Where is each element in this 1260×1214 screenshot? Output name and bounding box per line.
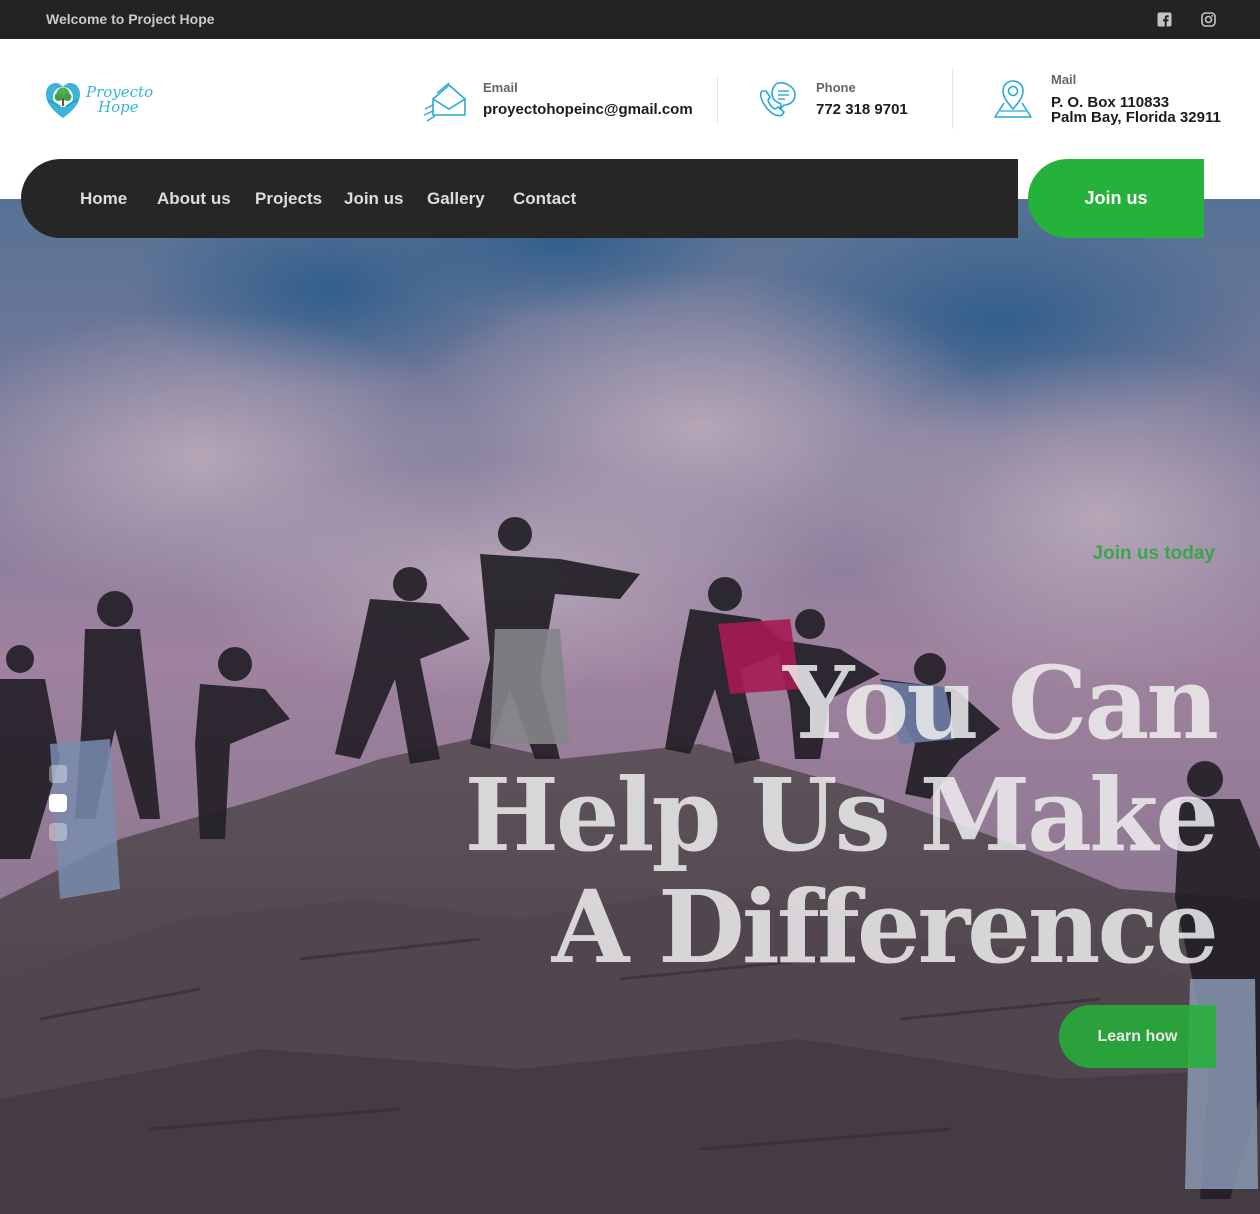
- slider-dot-active[interactable]: [49, 794, 67, 812]
- nav-item-contact[interactable]: Contact: [513, 189, 576, 209]
- phone-label: Phone: [816, 80, 856, 95]
- welcome-text: Welcome to Project Hope: [46, 11, 215, 27]
- mail-contact: Mail P. O. Box 110833 Palm Bay, Florida …: [991, 69, 1231, 131]
- phone-value[interactable]: 772 318 9701: [816, 102, 908, 118]
- hero-title-line2: Help Us Make: [464, 756, 1219, 874]
- hero-slider: Join us today You Can Help Us Make A Dif…: [0, 199, 1260, 1214]
- nav-item-gallery[interactable]: Gallery: [427, 189, 485, 209]
- hero-title-line1: You Can: [782, 644, 1219, 762]
- learn-how-button[interactable]: Learn how: [1059, 1005, 1216, 1068]
- nav-item-home[interactable]: Home: [80, 189, 127, 209]
- facebook-icon[interactable]: [1154, 9, 1174, 29]
- slider-dot[interactable]: [49, 823, 67, 841]
- envelope-icon: [423, 82, 466, 122]
- nav-item-join-us[interactable]: Join us: [344, 189, 404, 209]
- logo-text: Proyecto Hope: [86, 85, 153, 115]
- email-contact: Email proyectohopeinc@gmail.com: [423, 69, 703, 131]
- phone-chat-icon: [760, 82, 796, 117]
- nav-item-about-us[interactable]: About us: [157, 189, 231, 209]
- map-pin-icon: [994, 80, 1032, 118]
- nav-item-projects[interactable]: Projects: [255, 189, 322, 209]
- email-label: Email: [483, 80, 518, 95]
- divider: [717, 77, 718, 123]
- mail-label: Mail: [1051, 72, 1077, 87]
- logo[interactable]: Proyecto Hope: [44, 77, 164, 123]
- hero-title: You Can Help Us Make A Difference: [464, 644, 1219, 986]
- slider-pagination: [49, 765, 67, 841]
- top-bar: Welcome to Project Hope: [0, 0, 1260, 39]
- main-nav: Home About us Projects Join us Gallery C…: [21, 159, 1018, 238]
- mail-address-line2: Palm Bay, Florida 32911: [1051, 109, 1221, 126]
- logo-line2: Hope: [98, 98, 139, 116]
- slider-dot[interactable]: [49, 765, 67, 783]
- hero-subtitle: Join us today: [1092, 543, 1215, 564]
- join-us-button[interactable]: Join us: [1028, 159, 1204, 238]
- instagram-icon[interactable]: [1198, 9, 1218, 29]
- divider: [952, 69, 953, 129]
- phone-contact: Phone 772 318 9701: [756, 69, 936, 131]
- hero-title-line3: A Difference: [551, 868, 1219, 986]
- heart-tree-logo-icon: [46, 83, 80, 118]
- email-value[interactable]: proyectohopeinc@gmail.com: [483, 102, 693, 118]
